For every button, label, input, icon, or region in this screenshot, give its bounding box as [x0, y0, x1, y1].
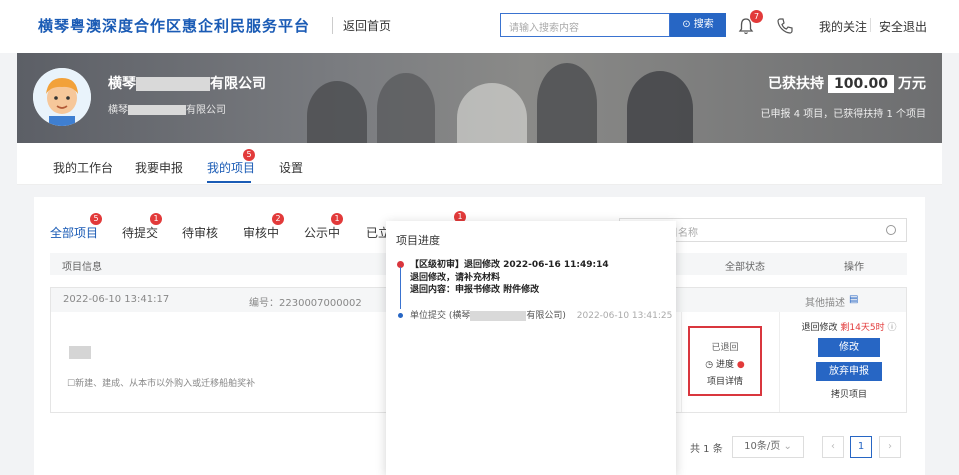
- redaction-block: [470, 310, 527, 321]
- my-follow-link[interactable]: 我的关注: [819, 18, 867, 35]
- timeline-entry-line: 退回修改，请补充材料: [410, 273, 501, 283]
- redaction-block: [69, 346, 91, 359]
- search-button-label: 搜索: [693, 19, 714, 30]
- header-project-info: 项目信息: [62, 262, 102, 273]
- submit-prefix: 单位提交 (横琴: [410, 311, 471, 321]
- banner-figure: [537, 63, 597, 143]
- search-button[interactable]: ⊙ 搜索: [670, 13, 726, 37]
- top-divider: [870, 18, 871, 32]
- submit-suffix: 有限公司): [526, 311, 566, 321]
- popover-title: 项目进度: [396, 234, 440, 247]
- column-divider: [681, 312, 682, 412]
- deadline-label: 退回修改: [801, 323, 838, 333]
- active-tab-indicator: [207, 181, 251, 183]
- search-icon: ⊙: [682, 19, 691, 30]
- timeline-line: [400, 267, 401, 309]
- company-banner: 横琴 有限公司 横琴 有限公司 已获扶持 100.00 万元 已申报 4 项目，已获得扶…: [17, 53, 942, 143]
- page-number-button[interactable]: 1: [850, 436, 872, 458]
- support-unit: 万元: [898, 76, 926, 92]
- project-number: 编号：2230007000002: [249, 298, 362, 309]
- filter-badge: 5: [90, 213, 102, 225]
- phone-icon[interactable]: [776, 17, 794, 35]
- status-returned: 已退回: [711, 343, 739, 353]
- company-subtitle: 横琴 有限公司: [108, 101, 226, 116]
- abandon-button[interactable]: 放弃申报: [816, 362, 882, 381]
- filter-all[interactable]: 全部项目: [50, 224, 98, 241]
- help-icon[interactable]: ⓘ: [887, 323, 896, 333]
- clock-icon: ◷: [705, 360, 714, 370]
- status-dot: ●: [736, 360, 745, 370]
- company-name-prefix: 横琴: [108, 76, 136, 92]
- page-size-value: 10条/页: [744, 441, 781, 452]
- logout-link[interactable]: 安全退出: [879, 18, 927, 35]
- status-cell: 已退回 ◷ 进度 ● 项目详情: [688, 326, 762, 396]
- redaction-block: [128, 105, 186, 115]
- filter-badge: 1: [150, 213, 162, 225]
- pager-total: 共 1 条: [690, 444, 723, 455]
- deadline-remaining: 剩14天5时: [840, 323, 885, 333]
- project-date: 2022-06-10 13:41:17: [63, 294, 170, 305]
- site-brand[interactable]: 横琴粤澳深度合作区惠企利民服务平台: [38, 15, 310, 36]
- filter-reviewing[interactable]: 审核中: [243, 224, 279, 241]
- filter-badge: 1: [331, 213, 343, 225]
- progress-label: 进度: [715, 360, 734, 370]
- page-size-select[interactable]: 10条/页 ⌄: [732, 436, 804, 458]
- timeline-entry-submit: 单位提交 (横琴 有限公司) 2022-06-10 13:41:25: [410, 310, 672, 322]
- notification-badge: 7: [750, 10, 763, 23]
- company-sub-suffix: 有限公司: [186, 105, 226, 116]
- search-input[interactable]: 请输入搜索内容: [500, 13, 670, 37]
- search-icon[interactable]: [886, 225, 896, 235]
- tab-badge: 5: [243, 149, 255, 161]
- timeline-dot: [398, 313, 403, 318]
- tab-apply[interactable]: 我要申报: [135, 159, 183, 176]
- deadline-info: 退回修改 剩14天5时 ⓘ: [791, 320, 907, 333]
- banner-figure: [457, 83, 527, 143]
- modify-button[interactable]: 修改: [818, 338, 880, 357]
- operations-cell: 退回修改 剩14天5时 ⓘ 修改 放弃申报 拷贝项目: [791, 320, 907, 400]
- submit-time: 2022-06-10 13:41:25: [576, 311, 673, 321]
- header-status-filter[interactable]: 全部状态: [725, 258, 765, 273]
- prev-page-button[interactable]: ‹: [822, 436, 844, 458]
- redaction-block: [136, 77, 210, 91]
- progress-link[interactable]: ◷ 进度 ●: [690, 357, 760, 370]
- timeline-entry-line: 退回内容：申报书修改 附件修改: [410, 285, 540, 295]
- chevron-down-icon: ⌄: [783, 441, 792, 452]
- banner-figure: [377, 73, 435, 143]
- banner-figure: [307, 81, 367, 143]
- support-label: 已获扶持: [767, 76, 824, 92]
- support-amount: 100.00: [827, 75, 894, 93]
- checkbox-icon: ☐: [67, 379, 76, 389]
- company-name-suffix: 有限公司: [210, 76, 266, 92]
- company-name: 横琴 有限公司: [108, 73, 266, 93]
- document-icon[interactable]: ▤: [849, 294, 858, 305]
- project-category-label: 新建、建成、从本市以外购入或迁移船舶奖补: [75, 379, 256, 389]
- other-description[interactable]: 其他描述: [805, 294, 845, 309]
- filter-pending-submit[interactable]: 待提交: [122, 224, 158, 241]
- filter-pending-review[interactable]: 待审核: [182, 224, 218, 241]
- project-detail-link[interactable]: 项目详情: [690, 374, 760, 387]
- support-detail: 已申报 4 项目，已获得扶持 1 个项目: [760, 109, 926, 120]
- tab-my-projects[interactable]: 我的项目: [207, 159, 255, 176]
- main-tabs: 我的工作台 我要申报 我的项目 5 设置: [17, 143, 942, 185]
- banner-figure: [627, 71, 693, 143]
- header-actions: 操作: [844, 262, 864, 273]
- filter-publicity[interactable]: 公示中: [304, 224, 340, 241]
- top-bar: 横琴粤澳深度合作区惠企利民服务平台 返回首页 请输入搜索内容 ⊙ 搜索 7 我的…: [0, 0, 959, 53]
- next-page-button[interactable]: ›: [879, 436, 901, 458]
- home-link[interactable]: 返回首页: [332, 17, 391, 34]
- project-category: ☐新建、建成、从本市以外购入或迁移船舶奖补: [67, 376, 255, 389]
- avatar[interactable]: [33, 68, 91, 126]
- timeline-entry-head: 【区级初审】退回修改 2022-06-16 11:49:14: [410, 260, 609, 270]
- tab-workbench[interactable]: 我的工作台: [53, 159, 113, 176]
- tab-settings[interactable]: 设置: [279, 159, 303, 176]
- support-summary: 已获扶持 100.00 万元: [768, 73, 926, 93]
- filter-badge: 2: [272, 213, 284, 225]
- column-divider: [779, 312, 780, 412]
- progress-popover: 项目进度 【区级初审】退回修改 2022-06-16 11:49:14 退回修改…: [386, 221, 676, 475]
- avatar-illustration: [33, 68, 91, 126]
- copy-project-link[interactable]: 拷贝项目: [791, 387, 907, 400]
- company-sub-prefix: 横琴: [108, 105, 128, 116]
